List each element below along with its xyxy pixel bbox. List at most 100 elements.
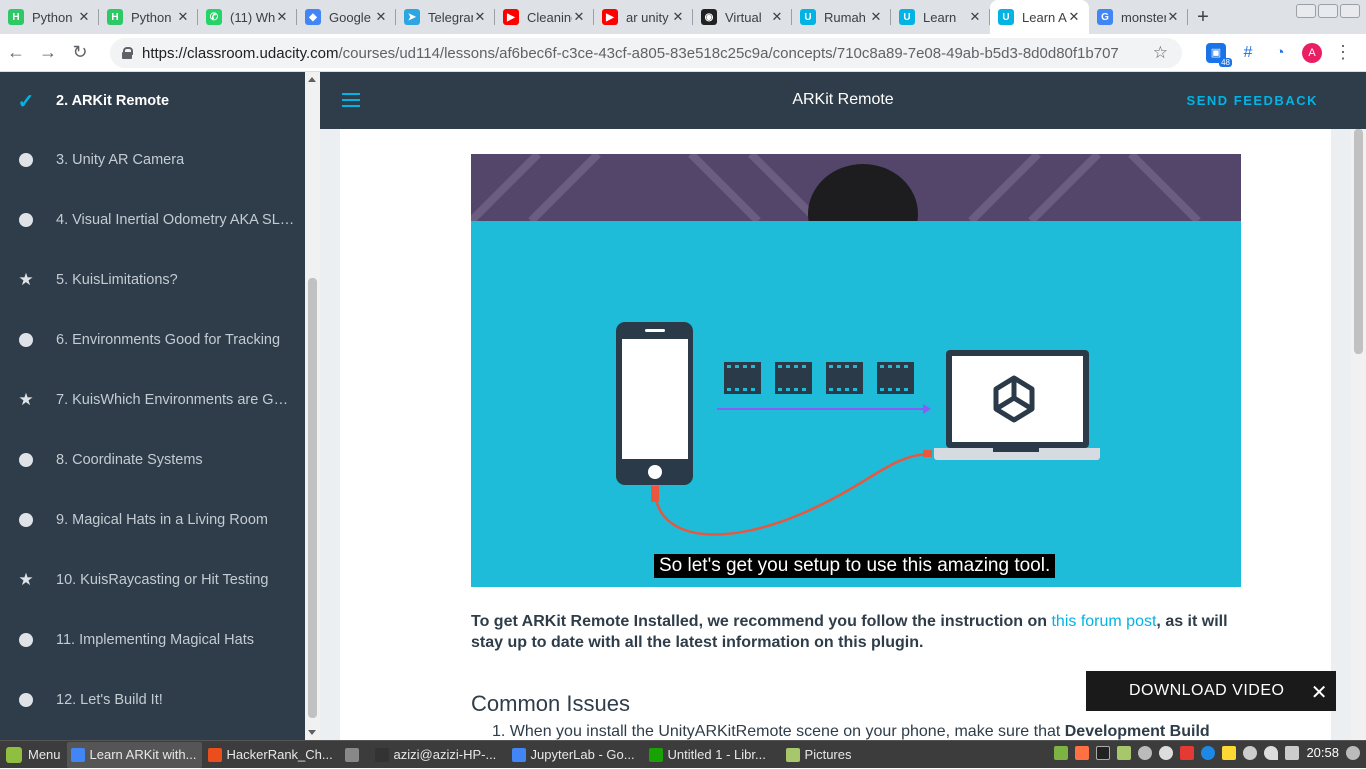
grid-extension-icon[interactable]: # <box>1238 42 1258 63</box>
tab-close-icon[interactable]: ✕ <box>572 9 586 25</box>
browser-tab[interactable]: ✆ (11) WhatsApp✕ <box>198 0 297 34</box>
tab-close-icon[interactable]: ✕ <box>77 9 91 25</box>
user-icon[interactable] <box>1159 745 1174 760</box>
browser-tab[interactable]: U Learn ✕ <box>891 0 990 34</box>
sidebar-concept-item[interactable]: 4. Visual Inertial Odometry AKA SLAM <box>0 190 305 250</box>
tab-title: monster <box>1121 9 1166 25</box>
browser-tab[interactable]: ◆ Google Maps✕ <box>297 0 396 34</box>
send-feedback-link[interactable]: SEND FEEDBACK <box>1187 93 1318 108</box>
firefox-icon[interactable] <box>1075 745 1090 760</box>
power-icon[interactable] <box>1346 745 1360 760</box>
start-menu-button[interactable]: Menu <box>0 741 67 769</box>
maximize-window-icon[interactable] <box>1318 4 1338 18</box>
tab-close-icon[interactable]: ✕ <box>1067 9 1081 25</box>
tab-close-icon[interactable]: ✕ <box>176 9 190 25</box>
sidebar-scroll-thumb[interactable] <box>308 278 317 718</box>
sidebar-concept-item[interactable]: ✓ 2. ARKit Remote <box>0 72 305 130</box>
sidebar-concept-item[interactable]: ★ 7. KuisWhich Environments are Good? <box>0 370 305 430</box>
scroll-down-arrow-icon[interactable] <box>308 730 316 735</box>
sidebar-item-label: 7. KuisWhich Environments are Good? <box>56 392 296 408</box>
sidebar-concept-item[interactable]: 6. Environments Good for Tracking <box>0 310 305 370</box>
tab-close-icon[interactable]: ✕ <box>770 9 784 25</box>
taskbar-window-button[interactable]: azizi@azizi-HP-... <box>371 742 506 768</box>
taskbar-window-button[interactable]: Pictures <box>782 742 917 768</box>
tab-close-icon[interactable]: ✕ <box>473 9 487 25</box>
tab-close-icon[interactable]: ✕ <box>968 9 982 25</box>
close-icon[interactable]: ✕ <box>1311 680 1328 705</box>
browser-tab[interactable]: H Python ✕ <box>99 0 198 34</box>
taskbar-window-button[interactable] <box>341 742 369 768</box>
shield-icon[interactable] <box>1180 745 1195 760</box>
hackerrank-icon: H <box>107 9 123 25</box>
browser-menu-icon[interactable]: ⋮ <box>1334 42 1352 63</box>
taskbar-window-button[interactable]: HackerRank_Ch... <box>204 742 339 768</box>
update-icon[interactable] <box>1138 745 1153 760</box>
profile-avatar[interactable]: A <box>1302 42 1322 63</box>
sidebar-concept-item[interactable]: 12. Let's Build It! <box>0 670 305 730</box>
bluetooth-icon[interactable] <box>1201 745 1216 760</box>
wifi-icon[interactable] <box>1264 745 1279 760</box>
tab-close-icon[interactable]: ✕ <box>1166 9 1180 25</box>
browser-tab[interactable]: ▶ Cleaning✕ <box>495 0 594 34</box>
tab-close-icon[interactable]: ✕ <box>671 9 685 25</box>
system-tray: 20:58 <box>1054 745 1360 760</box>
browser-tab[interactable]: ◉ Virtual ✕ <box>693 0 792 34</box>
google-icon: G <box>1097 9 1113 25</box>
download-video-popup[interactable]: DOWNLOAD VIDEO ✕ <box>1086 671 1336 711</box>
quiz-star-icon: ★ <box>18 390 34 409</box>
mint-logo-icon <box>6 746 22 763</box>
browser-tab[interactable]: H Python ✕ <box>0 0 99 34</box>
sidebar-concept-item[interactable]: 8. Coordinate Systems <box>0 430 305 490</box>
show-desktop-icon[interactable] <box>1054 745 1069 760</box>
taskbar-item-label: JupyterLab - Go... <box>530 747 635 762</box>
taskbar-window-button[interactable]: JupyterLab - Go... <box>508 742 643 768</box>
address-bar[interactable]: https://classroom.udacity.com/courses/ud… <box>110 38 1182 68</box>
battery-icon[interactable] <box>1285 745 1300 760</box>
content-scrollbar[interactable] <box>1351 129 1366 740</box>
browser-tab[interactable]: ▶ ar unity ✕ <box>594 0 693 34</box>
scroll-up-arrow-icon[interactable] <box>308 77 316 82</box>
tab-close-icon[interactable]: ✕ <box>869 9 883 25</box>
sidebar-concept-item[interactable]: 3. Unity AR Camera <box>0 130 305 190</box>
sidebar-concept-item[interactable]: ★ 5. KuisLimitations? <box>0 250 305 310</box>
minimize-window-icon[interactable] <box>1296 4 1316 18</box>
content-area: So let's get you setup to use this amazi… <box>320 129 1351 740</box>
browser-tab[interactable]: U Rumah ✕ <box>792 0 891 34</box>
reload-icon[interactable]: ↻ <box>64 42 96 63</box>
edge-extension-icon[interactable]: ◔ <box>1270 42 1290 63</box>
bookmark-star-icon[interactable]: ☆ <box>1153 43 1168 63</box>
tab-title: Google Maps <box>329 9 374 25</box>
udacity-icon: U <box>998 9 1014 25</box>
forward-arrow-icon[interactable]: → <box>32 42 64 63</box>
forum-post-link[interactable]: this forum post <box>1051 613 1156 630</box>
browser-tab[interactable]: Gmonster ✕ <box>1089 0 1188 34</box>
sidebar-concept-item[interactable]: ★ 10. KuisRaycasting or Hit Testing <box>0 550 305 610</box>
back-arrow-icon[interactable]: ← <box>0 42 32 63</box>
video-player[interactable]: So let's get you setup to use this amazi… <box>471 154 1241 587</box>
taskbar-item-label: Untitled 1 - Libr... <box>667 747 766 762</box>
taskbar-window-button[interactable]: Untitled 1 - Libr... <box>645 742 780 768</box>
contacts-icon[interactable] <box>1243 745 1258 760</box>
sidebar-concept-item[interactable]: 11. Implementing Magical Hats <box>0 610 305 670</box>
tab-close-icon[interactable]: ✕ <box>374 9 388 25</box>
sidebar-item-label: 6. Environments Good for Tracking <box>56 332 281 348</box>
taskbar-window-button[interactable]: Learn ARKit with... <box>66 741 202 768</box>
sidebar-concept-item[interactable]: 9. Magical Hats in a Living Room <box>0 490 305 550</box>
tab-title: (11) WhatsApp <box>230 9 275 25</box>
browser-tab[interactable]: ➤ Telegram✕ <box>396 0 495 34</box>
extension-icon[interactable]: ▣ 48 <box>1206 42 1232 67</box>
download-video-label[interactable]: DOWNLOAD VIDEO <box>1129 682 1284 700</box>
close-window-icon[interactable] <box>1340 4 1360 18</box>
list-item-text: When you install the UnityARKitRemote sc… <box>509 723 1065 740</box>
clock[interactable]: 20:58 <box>1306 745 1339 760</box>
browser-tab[interactable]: U Learn ARKit✕ <box>990 0 1089 34</box>
sidebar-item-label: 10. KuisRaycasting or Hit Testing <box>56 572 269 588</box>
content-scroll-thumb[interactable] <box>1354 129 1363 354</box>
terminal-icon[interactable] <box>1096 745 1111 760</box>
sidebar-scrollbar[interactable] <box>305 72 320 740</box>
tab-close-icon[interactable]: ✕ <box>275 9 289 25</box>
files-icon[interactable] <box>1117 745 1132 760</box>
new-tab-button[interactable]: + <box>1188 0 1218 34</box>
notes-icon[interactable] <box>1222 745 1237 760</box>
url-host: https://classroom.udacity.com <box>142 44 339 62</box>
